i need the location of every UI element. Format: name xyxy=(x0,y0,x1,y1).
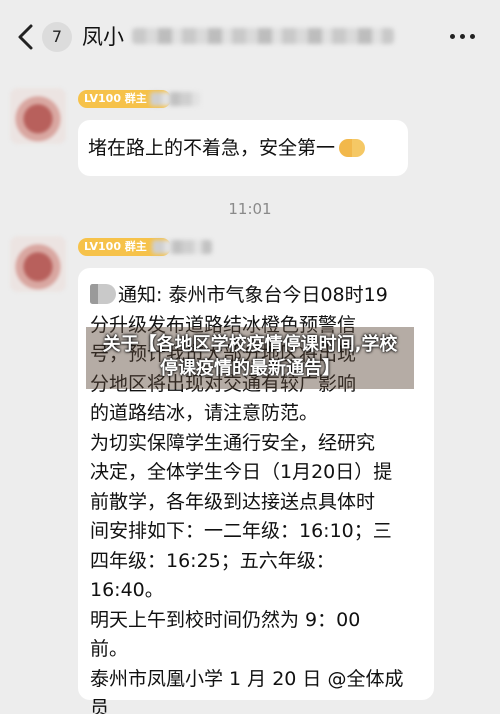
message-line: 明天上午到校时间仍然为 9：00 xyxy=(90,608,361,631)
message-line: 四年级：16:25；五六年级： xyxy=(90,549,335,572)
chat-header: 7 凤小 xyxy=(0,0,500,76)
message-line: 为切实保障学生通行安全，经研究 xyxy=(90,431,376,454)
message-line: 前。 xyxy=(90,638,129,660)
chevron-left-icon[interactable] xyxy=(14,22,38,52)
unread-count-badge[interactable]: 7 xyxy=(42,22,72,52)
caption-line: 关于【各地区学校疫情停课时间,学校 xyxy=(102,334,398,355)
sender-name-blurred xyxy=(150,92,200,106)
handshake-icon xyxy=(339,139,366,157)
message-text: 堵在路上的不着急，安全第一 xyxy=(88,137,336,159)
ellipsis-icon[interactable] xyxy=(448,30,478,44)
message-line: 决定，全体学生今日（1月20日）提 xyxy=(90,461,393,483)
chat-title: 凤小 xyxy=(82,25,124,49)
caption-line: 停课疫情的最新通告】 xyxy=(160,358,340,379)
message-line: 员 xyxy=(90,697,110,714)
sender-name-blurred xyxy=(152,240,212,254)
time-divider: 11:01 xyxy=(228,200,272,218)
message-line: 泰州市凤凰小学 1 月 20 日 @全体成 xyxy=(90,667,404,690)
avatar[interactable] xyxy=(10,236,66,292)
message-line: 通知: 泰州市气象台今日08时19 xyxy=(90,281,424,311)
message-bubble[interactable]: 堵在路上的不着急，安全第一 xyxy=(78,120,408,176)
message-line: 16:40。 xyxy=(90,579,164,601)
message-line: 的道路结冰，请注意防范。 xyxy=(90,402,319,424)
message-line: 间安排如下：一二年级：16:10；三 xyxy=(90,520,392,542)
megaphone-icon xyxy=(90,284,116,304)
message-line: 前散学，各年级到达接送点具体时 xyxy=(90,490,376,513)
chat-title-blurred xyxy=(132,28,394,44)
avatar[interactable] xyxy=(10,88,66,144)
